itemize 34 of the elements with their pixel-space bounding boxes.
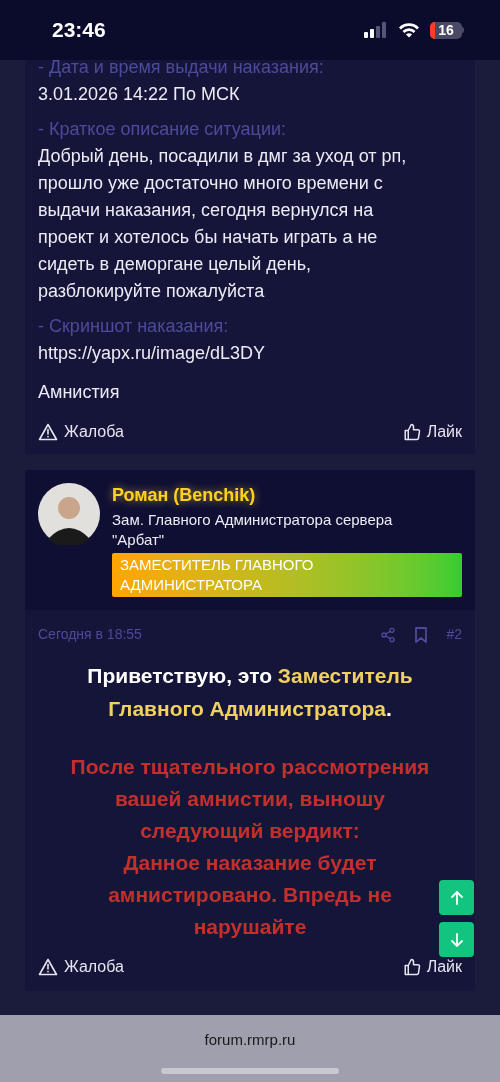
greeting-text: Приветствую, это Заместитель Главного Администратора.: [86, 663, 414, 722]
role-badge: ЗАМЕСТИТЕЛЬ ГЛАВНОГО АДМИНИСТРАТОРА: [112, 553, 462, 597]
share-icon[interactable]: [380, 626, 397, 643]
report-button[interactable]: Жалоба: [38, 955, 124, 979]
verdict-text: После тщательного рассмотрения вашей амнистии, выношу следующий вердикт:: [70, 754, 430, 844]
post-text: Амнистия: [38, 381, 121, 404]
wifi-icon: [398, 22, 420, 38]
warning-icon: [38, 958, 58, 976]
battery-indicator: 16: [430, 21, 464, 39]
report-button[interactable]: Жалоба: [38, 420, 124, 444]
arrow-down-icon: [448, 931, 465, 948]
field-value: 3.01.2026 14:22 По МСК: [38, 83, 241, 106]
signal-icon: [364, 22, 388, 38]
bookmark-icon[interactable]: [414, 626, 429, 643]
author-title: Зам. Главного Администратора сервера "Арбат": [112, 510, 394, 550]
like-button[interactable]: Лайк: [402, 955, 462, 979]
field-value: https://yapx.ru/image/dL3DY: [38, 342, 267, 365]
field-label: - Скриншот наказания:: [38, 315, 230, 338]
avatar: [38, 483, 100, 545]
field-label: - Дата и время выдачи наказания:: [38, 60, 325, 79]
thumbs-up-icon: [402, 423, 421, 441]
field-value: Добрый день, посадили в дмг за уход от рп, прошло уже достаточно много времени с выдачи наказания, сегодня вернулся на проект и хотелось бы начать играть а не сидеть в деморгане целый день, разблокируйте пожалуйста: [38, 145, 408, 303]
verdict-text: Данное наказание будет амнистировано. Впредь не нарушайте: [107, 850, 393, 940]
scroll-up-button[interactable]: [439, 880, 474, 915]
address-text[interactable]: forum.rmrp.ru: [204, 1029, 296, 1052]
thumbs-up-icon: [402, 958, 421, 976]
home-indicator[interactable]: [161, 1067, 339, 1074]
field-label: - Краткое описание ситуации:: [38, 118, 287, 141]
clock: 23:46: [52, 17, 106, 44]
arrow-up-icon: [448, 889, 465, 906]
author-name[interactable]: Роман (Benchik): [112, 483, 462, 507]
warning-icon: [38, 423, 58, 441]
like-button[interactable]: Лайк: [402, 420, 462, 444]
scroll-down-button[interactable]: [439, 922, 474, 957]
